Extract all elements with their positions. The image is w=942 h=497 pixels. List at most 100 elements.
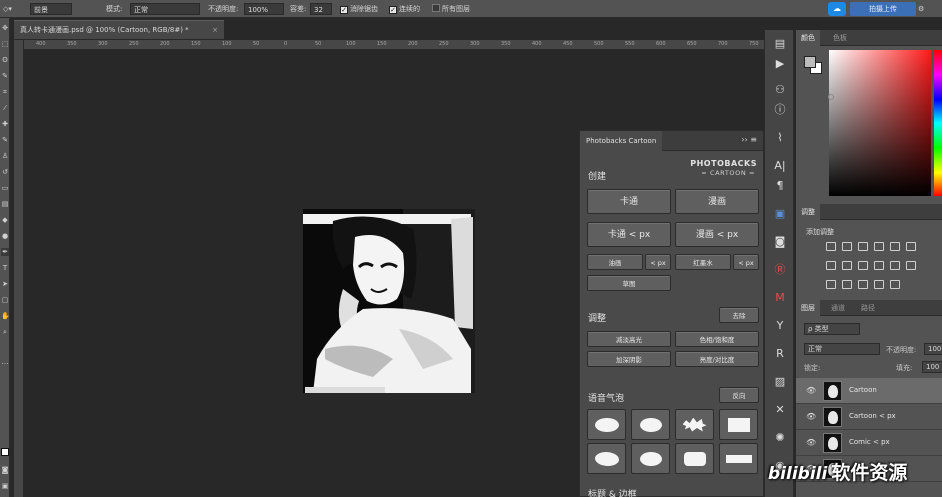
photo-filter-adj-icon[interactable] — [858, 261, 868, 270]
tab-swatches[interactable]: 色板 — [828, 30, 852, 46]
history-icon[interactable]: ▤ — [772, 36, 788, 52]
deepen-shadows-button[interactable]: 加深阴影 — [587, 351, 671, 367]
reduce-highlights-button[interactable]: 减淡高光 — [587, 331, 671, 347]
layer-filter-select[interactable]: ρ 类型 — [804, 323, 860, 335]
foreground-color-swatch-panel[interactable] — [804, 56, 816, 68]
tools-cross-icon[interactable]: ✕ — [772, 402, 788, 418]
thought-bubble-button[interactable] — [587, 443, 626, 474]
banner-bubble-button[interactable] — [719, 443, 758, 474]
mode-select[interactable]: 正常 — [130, 3, 200, 15]
gradient-map-adj-icon[interactable] — [874, 280, 884, 289]
hsl-adj-icon[interactable] — [906, 242, 916, 251]
layer-opacity-input[interactable]: 100 — [924, 343, 942, 355]
marquee-tool-icon[interactable]: ⬚ — [1, 40, 9, 48]
brush-tool-icon[interactable]: ✎ — [1, 136, 9, 144]
speech-bubble-box-button[interactable] — [719, 409, 758, 440]
all-layers-checkbox[interactable]: 所有图层 — [432, 3, 470, 15]
tab-color[interactable]: 颜色 — [796, 30, 820, 46]
tab-channels[interactable]: 通道 — [826, 300, 850, 316]
sketch-button[interactable]: 草图 — [587, 275, 671, 291]
contiguous-checkbox[interactable]: ✓ 连续的 — [389, 3, 420, 15]
horizontal-ruler[interactable]: 400 350 300 250 200 150 100 50 0 50 100 150 200 250 30… — [24, 40, 764, 50]
speech-bubble-round-button[interactable] — [631, 409, 670, 440]
share-upload-button[interactable]: 拍摄上传 — [850, 2, 916, 16]
quick-mask-icon[interactable]: ◙ — [1, 466, 9, 474]
foreground-color-swatch[interactable] — [1, 448, 9, 456]
brightness-contrast-button[interactable]: 亮度/对比度 — [675, 351, 759, 367]
eyedropper-tool-icon[interactable]: ⁄ — [1, 104, 9, 112]
speech-bubble-burst-button[interactable] — [675, 409, 714, 440]
black-white-adj-icon[interactable] — [842, 261, 852, 270]
layer-row-comic-px[interactable]: 👁 Comic < px — [796, 430, 942, 456]
blend-mode-select[interactable]: 正常 — [804, 343, 880, 355]
vertical-ruler[interactable] — [14, 40, 24, 497]
ink-button[interactable]: 红墨水 — [675, 254, 731, 270]
speech-bubble-oval-button[interactable] — [587, 409, 626, 440]
hue-slider[interactable] — [934, 50, 942, 196]
cartoon-photo[interactable] — [303, 209, 475, 393]
settings-gear-icon[interactable]: ⚙ — [918, 3, 924, 15]
cloud-icon[interactable]: ☁ — [828, 2, 846, 16]
m-plugin-icon[interactable]: M — [772, 290, 788, 306]
selective-color-adj-icon[interactable] — [890, 280, 900, 289]
stamp-tool-icon[interactable]: ♙ — [1, 152, 9, 160]
layer-row-cartoon-px[interactable]: 👁 Cartoon < px — [796, 404, 942, 430]
tab-paths[interactable]: 路径 — [856, 300, 880, 316]
fill-input[interactable]: 100 — [922, 361, 942, 373]
plugin-blue-icon[interactable]: ▣ — [772, 206, 788, 222]
panel-tab[interactable]: Photobacks Cartoon — [580, 131, 663, 151]
levels-adj-icon[interactable] — [842, 242, 852, 251]
history-brush-tool-icon[interactable]: ↺ — [1, 168, 9, 176]
antialias-checkbox[interactable]: ✓ 消除锯齿 — [340, 3, 378, 15]
preset-select[interactable]: 前景 — [30, 3, 72, 15]
tab-adjustments[interactable]: 调整 — [796, 204, 820, 220]
brightness-adj-icon[interactable] — [826, 242, 836, 251]
crop-tool-icon[interactable]: ⌗ — [1, 88, 9, 96]
healing-tool-icon[interactable]: ✚ — [1, 120, 9, 128]
document-tab[interactable]: 真人转卡通漫画.psd @ 100% (Cartoon, RGB/8#) * × — [14, 20, 224, 39]
rounded-box-bubble-button[interactable] — [675, 443, 714, 474]
curves-adj-icon[interactable] — [858, 242, 868, 251]
lasso-tool-icon[interactable]: ʘ — [1, 56, 9, 64]
tab-layers[interactable]: 图层 — [796, 300, 820, 316]
layer-row-cartoon[interactable]: 👁 Cartoon — [796, 378, 942, 404]
character-icon[interactable]: A| — [772, 158, 788, 174]
info-icon[interactable]: ⓘ — [772, 102, 788, 118]
paragraph-icon[interactable]: ¶ — [772, 178, 788, 194]
image-icon[interactable]: ▨ — [772, 374, 788, 390]
gradient-tool-icon[interactable]: ▤ — [1, 200, 9, 208]
cartoon-button[interactable]: 卡通 — [587, 189, 671, 214]
more-tools-icon[interactable]: … — [1, 358, 9, 366]
flip-button[interactable]: 反向 — [719, 387, 759, 403]
invert-adj-icon[interactable] — [826, 280, 836, 289]
brush-settings-icon[interactable]: ⌇ — [772, 130, 788, 146]
r-plugin-icon[interactable]: R — [772, 346, 788, 362]
dodge-tool-icon[interactable]: ● — [1, 232, 9, 240]
quick-select-tool-icon[interactable]: ✎ — [1, 72, 9, 80]
posterize-adj-icon[interactable] — [842, 280, 852, 289]
exposure-adj-icon[interactable] — [874, 242, 884, 251]
eraser-tool-icon[interactable]: ▭ — [1, 184, 9, 192]
paint-button[interactable]: 油画 — [587, 254, 643, 270]
people-icon[interactable]: ⚇ — [772, 82, 788, 98]
close-tab-icon[interactable]: × — [212, 21, 218, 40]
pen-tool-icon[interactable]: ✒ — [1, 248, 9, 256]
color-balance-adj-icon[interactable] — [826, 261, 836, 270]
color-picker-field[interactable] — [829, 50, 931, 196]
hand-tool-icon[interactable]: ✋ — [1, 312, 10, 320]
visibility-eye-icon[interactable]: 👁 — [806, 386, 816, 395]
opacity-input[interactable]: 100% — [244, 3, 284, 15]
screen-mode-icon[interactable]: ▣ — [1, 482, 9, 490]
vibrance-adj-icon[interactable] — [890, 242, 900, 251]
hue-saturation-button[interactable]: 色相/饱和度 — [675, 331, 759, 347]
shape-tool-icon[interactable]: ▢ — [1, 296, 9, 304]
camera-icon[interactable]: ◙ — [772, 234, 788, 250]
comic-button[interactable]: 漫画 — [675, 189, 759, 214]
path-select-tool-icon[interactable]: ➤ — [1, 280, 9, 288]
remove-button[interactable]: 去除 — [719, 307, 759, 323]
tool-preset-icon[interactable]: ◇▾ — [3, 3, 12, 15]
ra-plugin-icon[interactable]: Ⓡ — [772, 262, 788, 278]
threshold-adj-icon[interactable] — [858, 280, 868, 289]
play-action-icon[interactable]: ▶ — [772, 56, 788, 72]
paint-px-button[interactable]: < px — [645, 254, 671, 270]
